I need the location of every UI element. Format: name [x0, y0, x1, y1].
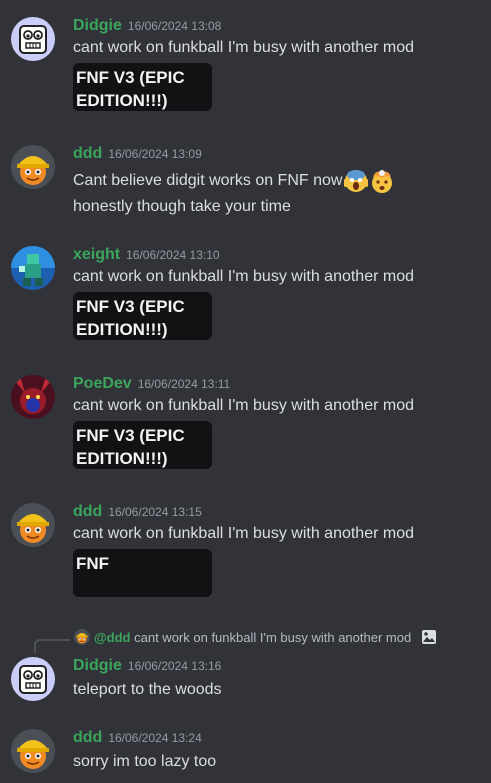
avatar[interactable]: [11, 375, 55, 419]
message-text: cant work on funkball I'm busy with anot…: [73, 39, 414, 56]
reply-text: cant work on funkball I'm busy with anot…: [134, 630, 412, 645]
spoiler-attachment[interactable]: FNF V3 (EPIC EDITION!!!): [73, 292, 212, 340]
construction-worker-avatar-icon: [11, 729, 55, 773]
reply-avatar: [74, 629, 90, 645]
username[interactable]: ddd: [73, 145, 102, 162]
message-text: teleport to the woods: [73, 681, 222, 698]
message-header: xeight 16/06/2024 13:10: [73, 246, 220, 264]
timestamp: 16/06/2024 13:08: [127, 19, 222, 33]
username[interactable]: Didgie: [73, 17, 122, 34]
avatar[interactable]: [11, 17, 55, 61]
timestamp: 16/06/2024 13:11: [137, 377, 231, 391]
red-creature-avatar-icon: [11, 375, 55, 419]
message-header: ddd 16/06/2024 13:24: [73, 729, 202, 747]
timestamp: 16/06/2024 13:09: [108, 147, 202, 161]
attachment-text: FNF V3 (EPIC EDITION!!!): [76, 68, 185, 110]
reply-mention[interactable]: @ddd: [94, 630, 131, 645]
message-text-content: Cant believe didgit works on FNF now: [73, 172, 343, 190]
exploding-head-emoji-icon: [370, 169, 394, 193]
robot-avatar-icon: [11, 657, 55, 701]
message-text: cant work on funkball I'm busy with anot…: [73, 268, 414, 285]
timestamp: 16/06/2024 13:16: [127, 659, 222, 673]
timestamp: 16/06/2024 13:10: [126, 248, 220, 262]
message-text: sorry im too lazy too: [73, 753, 217, 770]
avatar[interactable]: [11, 246, 55, 290]
reply-preview[interactable]: @ddd cant work on funkball I'm busy with…: [74, 629, 437, 645]
username[interactable]: Didgie: [73, 657, 122, 674]
message-text: Cant believe didgit works on FNF now: [73, 169, 394, 193]
avatar[interactable]: [11, 729, 55, 773]
avatar[interactable]: [11, 145, 55, 189]
timestamp: 16/06/2024 13:15: [108, 505, 202, 519]
spoiler-attachment[interactable]: FNF V3 (EPIC EDITION!!!): [73, 421, 212, 469]
reply-connector: [34, 639, 70, 653]
username[interactable]: PoeDev: [73, 375, 132, 392]
construction-worker-avatar-icon: [74, 629, 90, 645]
avatar[interactable]: [11, 657, 55, 701]
image-icon: [421, 630, 436, 644]
screaming-face-emoji-icon: [344, 169, 368, 193]
attachment-text: FNF V3 (EPIC EDITION!!!): [76, 426, 185, 468]
message-header: ddd 16/06/2024 13:15: [73, 503, 202, 521]
message-text: cant work on funkball I'm busy with anot…: [73, 525, 414, 542]
avatar[interactable]: [11, 503, 55, 547]
attachment-text: FNF V3 (EPIC EDITION!!!): [76, 297, 185, 339]
message-text: cant work on funkball I'm busy with anot…: [73, 397, 414, 414]
username[interactable]: ddd: [73, 729, 102, 746]
pixel-character-avatar-icon: [11, 246, 55, 290]
message-header: ddd 16/06/2024 13:09: [73, 145, 202, 163]
construction-worker-avatar-icon: [11, 145, 55, 189]
message-text-line2: honestly though take your time: [73, 198, 291, 215]
username[interactable]: xeight: [73, 246, 120, 263]
message-header: PoeDev 16/06/2024 13:11: [73, 375, 230, 393]
construction-worker-avatar-icon: [11, 503, 55, 547]
spoiler-attachment[interactable]: FNF: [73, 549, 212, 597]
message-header: Didgie 16/06/2024 13:16: [73, 657, 221, 675]
robot-avatar-icon: [11, 17, 55, 61]
attachment-text: FNF: [76, 554, 110, 573]
username[interactable]: ddd: [73, 503, 102, 520]
timestamp: 16/06/2024 13:24: [108, 731, 202, 745]
message-header: Didgie 16/06/2024 13:08: [73, 17, 221, 35]
spoiler-attachment[interactable]: FNF V3 (EPIC EDITION!!!): [73, 63, 212, 111]
